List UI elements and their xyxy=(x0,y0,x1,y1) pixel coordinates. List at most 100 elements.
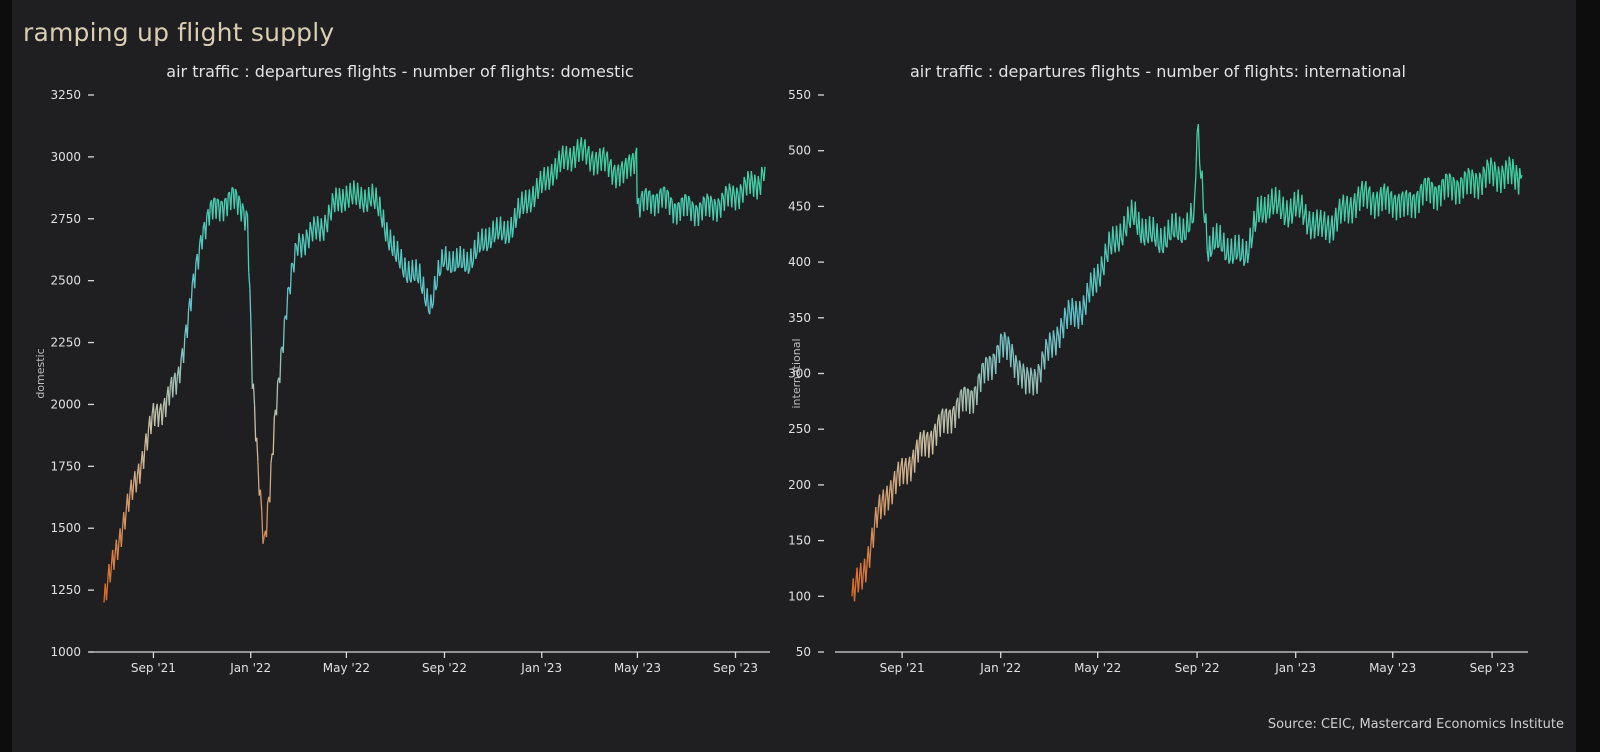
series-segment xyxy=(1025,367,1028,395)
series-segment xyxy=(763,166,766,182)
x-tick-label: Jan '23 xyxy=(1274,661,1316,675)
series-segment xyxy=(250,331,253,389)
series-segment xyxy=(190,284,193,312)
series-segment xyxy=(1264,196,1267,224)
series-segment xyxy=(1507,156,1510,185)
series-segment xyxy=(246,215,250,273)
series-segment xyxy=(699,202,702,205)
y-axis-label: domestic xyxy=(34,348,47,398)
series-segment xyxy=(1032,369,1036,396)
series-segment xyxy=(1370,197,1373,216)
series-segment xyxy=(1477,172,1481,200)
series-segment xyxy=(249,288,252,332)
series-segment xyxy=(161,406,165,426)
series-segment xyxy=(1234,234,1238,260)
series-segment xyxy=(1002,332,1006,358)
series-segment xyxy=(1119,223,1123,239)
x-tick-label: Sep '22 xyxy=(1175,661,1220,675)
series-segment xyxy=(1260,195,1264,223)
series-segment xyxy=(208,203,212,226)
series-segment xyxy=(650,195,653,214)
series-segment xyxy=(1455,180,1458,205)
series-segment xyxy=(629,157,633,177)
series-segment xyxy=(1197,124,1201,164)
series-segment xyxy=(1295,204,1298,217)
series-segment xyxy=(661,187,665,208)
series-segment xyxy=(1043,339,1047,370)
series-segment xyxy=(353,180,356,195)
series-segment xyxy=(954,402,958,428)
series-segment xyxy=(1040,351,1043,383)
series-segment xyxy=(746,171,749,196)
series-segment xyxy=(995,345,998,375)
series-segment xyxy=(1407,193,1410,216)
x-tick-label: Sep '23 xyxy=(1470,661,1515,675)
series-segment xyxy=(411,259,415,279)
y-tick-label: 1750 xyxy=(50,459,81,473)
series-segment xyxy=(335,187,338,200)
series-segment xyxy=(1036,364,1039,394)
series-segment xyxy=(1359,190,1362,211)
series-segment xyxy=(1160,228,1163,250)
series-segment xyxy=(1226,238,1230,264)
series-segment xyxy=(654,196,657,217)
series-segment xyxy=(1242,238,1245,266)
series-segment xyxy=(895,472,898,495)
series-segment xyxy=(1182,218,1186,240)
series-segment xyxy=(1167,219,1171,239)
series-segment xyxy=(1332,222,1336,241)
series-segment xyxy=(950,409,954,434)
series-segment xyxy=(1156,223,1159,247)
series-segment xyxy=(437,259,441,277)
series-segment xyxy=(419,263,422,287)
series-segment xyxy=(396,240,400,261)
series-segment xyxy=(259,489,263,511)
series-segment xyxy=(611,170,615,185)
series-segment xyxy=(672,203,676,224)
series-segment xyxy=(1085,282,1088,315)
series-segment xyxy=(924,436,928,457)
series-segment xyxy=(481,228,484,251)
series-segment xyxy=(917,439,920,463)
series-segment xyxy=(105,581,109,601)
series-segment xyxy=(426,288,430,311)
series-segment xyxy=(433,276,437,291)
series-segment xyxy=(1384,190,1388,210)
series-segment xyxy=(1081,295,1085,325)
series-segment xyxy=(270,453,273,464)
series-segment xyxy=(1301,194,1304,225)
x-tick-label: May '22 xyxy=(323,661,370,675)
series-segment xyxy=(1194,175,1197,197)
series-segment xyxy=(1443,173,1447,200)
series-segment xyxy=(326,204,330,233)
series-segment xyxy=(466,251,470,274)
series-segment xyxy=(1466,168,1469,195)
series-segment xyxy=(289,263,293,295)
series-segment xyxy=(222,199,226,222)
y-tick-label: 3000 xyxy=(50,150,81,164)
series-segment xyxy=(226,193,230,217)
series-segment xyxy=(887,491,891,511)
series-segment xyxy=(684,193,687,197)
series-segment xyxy=(1215,223,1219,248)
y-tick-label: 3250 xyxy=(50,88,81,102)
series-segment xyxy=(293,243,296,273)
series-segment xyxy=(679,198,683,221)
series-segment xyxy=(585,152,589,165)
series-segment xyxy=(701,196,705,221)
series-segment xyxy=(269,463,272,503)
series-segment xyxy=(450,271,453,274)
series-segment xyxy=(992,353,995,356)
series-segment xyxy=(928,436,931,458)
series-segment xyxy=(607,163,611,177)
series-segment xyxy=(503,221,507,244)
series-segment xyxy=(1097,263,1100,278)
series-segment xyxy=(282,319,286,353)
y-tick-label: 250 xyxy=(788,422,811,436)
series-segment xyxy=(1021,363,1024,389)
series-segment xyxy=(759,167,763,195)
series-segment xyxy=(1340,205,1343,224)
series-segment xyxy=(1071,298,1075,311)
series-segment xyxy=(230,187,233,211)
series-segment xyxy=(1422,180,1425,206)
